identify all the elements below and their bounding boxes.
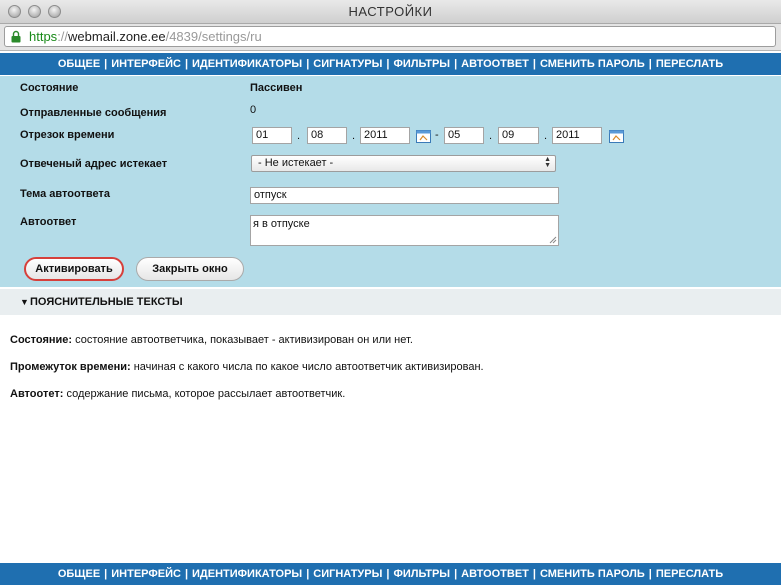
nav-separator: | (454, 568, 458, 580)
nav-general[interactable]: ОБЩЕЕ (58, 58, 100, 70)
subject-input[interactable]: отпуск (250, 187, 559, 204)
nav-separator: | (532, 568, 536, 580)
sent-messages-value: 0 (250, 104, 257, 116)
lock-icon (11, 30, 21, 43)
window-titlebar: НАСТРОЙКИ (0, 0, 781, 24)
explanation-text: содержание письма, которое рассылает авт… (63, 388, 346, 400)
nav-autoreply[interactable]: АВТООТВЕТ (461, 568, 529, 580)
url-domain: webmail.zone.ee (68, 29, 166, 44)
top-nav: ОБЩЕЕ | ИНТЕРФЕЙС | ИДЕНТИФИКАТОРЫ | СИГНАТУРЫ… (0, 53, 781, 75)
nav-identities[interactable]: ИДЕНТИФИКАТОРЫ (192, 568, 302, 580)
date-dot: . (489, 130, 493, 142)
sent-messages-label: Отправленные сообщения (20, 107, 167, 119)
explanation-term: Состояние: (10, 334, 73, 346)
reply-label: Автоответ (20, 216, 77, 228)
status-label: Состояние (20, 82, 79, 94)
expires-select[interactable]: - Не истекает - ▲ ▼ (251, 155, 556, 172)
explanation-status: Состояние: состояние автоответчика, пока… (10, 334, 413, 346)
nav-autoreply[interactable]: АВТООТВЕТ (461, 58, 529, 70)
url-path: /4839/settings/ru (165, 29, 262, 44)
nav-separator: | (306, 58, 310, 70)
address-bar[interactable]: https://webmail.zone.ee/4839/settings/ru (4, 26, 776, 47)
nav-change-password[interactable]: СМЕНИТЬ ПАРОЛЬ (540, 568, 645, 580)
explanation-term: Автоотет: (10, 388, 64, 400)
date-dot: . (352, 130, 356, 142)
collapse-triangle-icon: ▼ (20, 297, 29, 307)
date-range-dash: - (435, 129, 439, 141)
nav-separator: | (306, 568, 310, 580)
from-day-input[interactable]: 01 (252, 127, 292, 144)
nav-interface[interactable]: ИНТЕРФЕЙС (111, 568, 181, 580)
expires-selected-value: - Не истекает - (258, 157, 334, 169)
window-title: НАСТРОЙКИ (348, 4, 433, 19)
period-label: Отрезок времени (20, 129, 115, 141)
from-year-input[interactable]: 2011 (360, 127, 410, 144)
nav-signatures[interactable]: СИГНАТУРЫ (313, 58, 382, 70)
to-month-input[interactable]: 09 (498, 127, 539, 144)
explanation-text: начиная с какого числа по какое число ав… (130, 361, 484, 373)
nav-separator: | (104, 58, 108, 70)
nav-filters[interactable]: ФИЛЬТРЫ (393, 568, 450, 580)
subject-label: Тема автоответа (20, 188, 110, 200)
explanation-term: Промежуток времени: (10, 361, 131, 373)
nav-forward[interactable]: ПЕРЕСЛАТЬ (656, 58, 723, 70)
nav-general[interactable]: ОБЩЕЕ (58, 568, 100, 580)
activate-button[interactable]: Активировать (24, 257, 124, 281)
nav-separator: | (532, 58, 536, 70)
nav-change-password[interactable]: СМЕНИТЬ ПАРОЛЬ (540, 58, 645, 70)
nav-separator: | (184, 58, 189, 70)
explanations-title: ПОЯСНИТЕЛЬНЫЕ ТЕКСТЫ (30, 296, 183, 308)
nav-identities[interactable]: ИДЕНТИФИКАТОРЫ (192, 58, 302, 70)
explanation-autoreply: Автоотет: содержание письма, которое рас… (10, 388, 345, 400)
nav-filters[interactable]: ФИЛЬТРЫ (393, 58, 450, 70)
date-dot: . (544, 130, 548, 142)
nav-separator: | (386, 568, 390, 580)
nav-separator: | (648, 58, 652, 70)
status-value: Пассивен (250, 82, 303, 94)
nav-signatures[interactable]: СИГНАТУРЫ (313, 568, 382, 580)
to-day-input[interactable]: 05 (444, 127, 484, 144)
nav-forward[interactable]: ПЕРЕСЛАТЬ (656, 568, 723, 580)
explanation-text: состояние автоответчика, показывает - ак… (72, 334, 413, 346)
select-arrows-icon: ▲ ▼ (544, 156, 551, 169)
reply-text: я в отпуске (253, 218, 310, 230)
nav-separator: | (184, 568, 189, 580)
nav-separator: | (104, 568, 108, 580)
explanations-header[interactable]: ▼ ПОЯСНИТЕЛЬНЫЕ ТЕКСТЫ (0, 289, 781, 315)
calendar-icon[interactable] (609, 129, 624, 143)
to-year-input[interactable]: 2011 (552, 127, 602, 144)
url-separator: :// (57, 29, 69, 44)
url-scheme: https (29, 29, 58, 44)
nav-interface[interactable]: ИНТЕРФЕЙС (111, 58, 181, 70)
date-dot: . (297, 130, 301, 142)
nav-separator: | (648, 568, 652, 580)
bottom-nav: ОБЩЕЕ | ИНТЕРФЕЙС | ИДЕНТИФИКАТОРЫ | СИГНАТУРЫ… (0, 563, 781, 585)
nav-separator: | (386, 58, 390, 70)
nav-separator: | (454, 58, 458, 70)
from-month-input[interactable]: 08 (307, 127, 347, 144)
explanation-period: Промежуток времени: начиная с какого чис… (10, 361, 484, 373)
reply-textarea[interactable]: я в отпуске (250, 215, 559, 246)
url-text: https://webmail.zone.ee/4839/settings/ru (29, 29, 262, 44)
resize-handle-icon[interactable] (549, 236, 557, 244)
close-window-form-button[interactable]: Закрыть окно (136, 257, 244, 281)
address-bar-row: https://webmail.zone.ee/4839/settings/ru (0, 24, 781, 51)
expires-label: Отвеченый адрес истекает (20, 158, 168, 170)
calendar-icon[interactable] (416, 129, 431, 143)
